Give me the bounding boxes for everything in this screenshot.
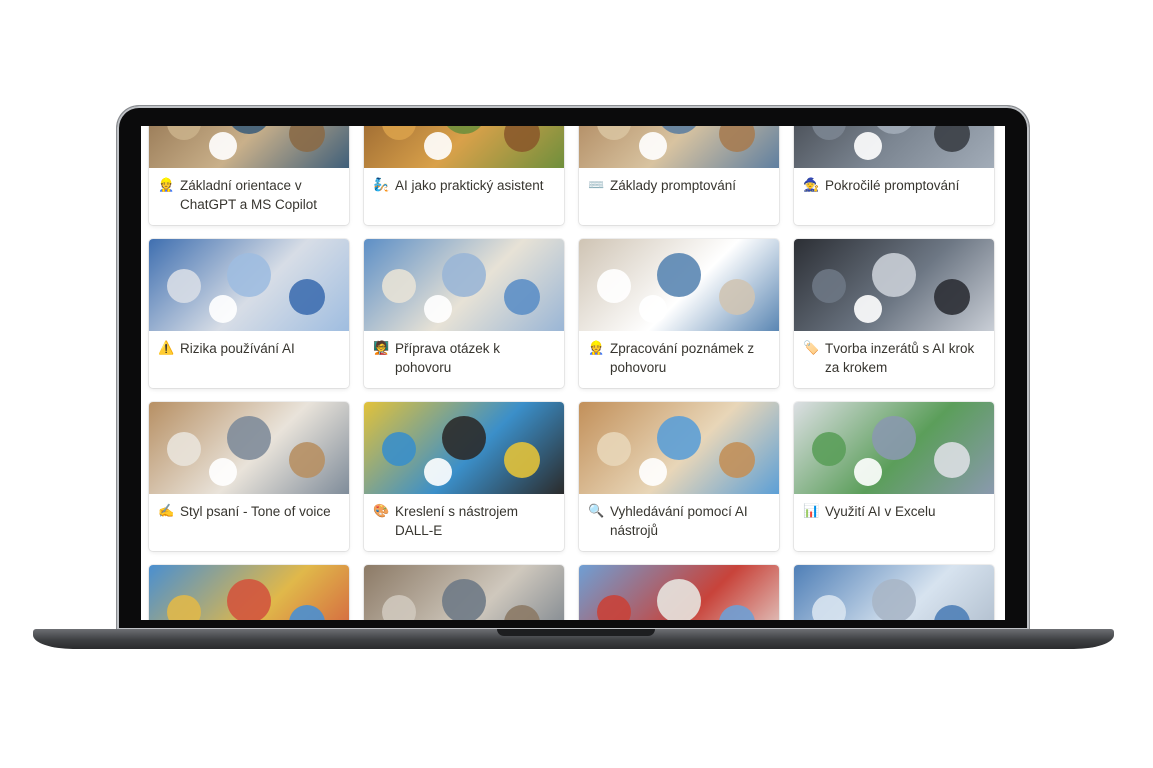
card-thumbnail-image xyxy=(149,126,349,168)
gallery-card[interactable] xyxy=(794,565,994,620)
card-thumbnail-image xyxy=(364,402,564,494)
gallery-card[interactable]: 🏷️ Tvorba inzerátů s AI krok za krokem xyxy=(794,239,994,388)
card-emoji-icon: 🎨 xyxy=(373,504,390,519)
card-body: 👷 Zpracování poznámek z pohovoru xyxy=(579,331,779,385)
gallery-card[interactable]: 🧙 Pokročilé promptování xyxy=(794,126,994,225)
card-thumbnail-image xyxy=(579,239,779,331)
card-title: Využití AI v Excelu xyxy=(825,504,936,519)
gallery-card[interactable]: 📊 Využití AI v Excelu xyxy=(794,402,994,551)
card-emoji-icon: 📊 xyxy=(803,504,820,519)
card-emoji-icon: 👷 xyxy=(588,341,605,356)
card-emoji-icon: ✍️ xyxy=(158,504,175,519)
card-title: Základní orientace v ChatGPT a MS Copilo… xyxy=(180,178,318,212)
card-emoji-icon: 🧑‍🏫 xyxy=(373,341,390,356)
gallery-card[interactable]: 👷 Zpracování poznámek z pohovoru xyxy=(579,239,779,388)
card-body: 🎨 Kreslení s nástrojem DALL-E xyxy=(364,494,564,548)
gallery-card[interactable] xyxy=(579,565,779,620)
laptop-notch xyxy=(497,629,655,636)
card-title: AI jako praktický asistent xyxy=(395,178,544,193)
card-thumbnail-image xyxy=(579,565,779,620)
card-thumbnail-image xyxy=(579,402,779,494)
card-title: Vyhledávání pomocí AI nástrojů xyxy=(610,504,748,538)
gallery-card[interactable]: 🧑‍🏫 Příprava otázek k pohovoru xyxy=(364,239,564,388)
card-thumbnail-image xyxy=(794,126,994,168)
card-body: 🏷️ Tvorba inzerátů s AI krok za krokem xyxy=(794,331,994,385)
gallery-card[interactable]: 🧞 AI jako praktický asistent xyxy=(364,126,564,225)
card-emoji-icon: 🏷️ xyxy=(803,341,820,356)
card-thumbnail-image xyxy=(794,565,994,620)
gallery-card[interactable]: ⚠️ Rizika používání AI xyxy=(149,239,349,388)
card-thumbnail-image xyxy=(794,402,994,494)
card-title: Rizika používání AI xyxy=(180,341,295,356)
card-title: Zpracování poznámek z pohovoru xyxy=(610,341,755,375)
card-thumbnail-image xyxy=(149,565,349,620)
card-emoji-icon: 🧞 xyxy=(373,178,390,193)
gallery-card[interactable] xyxy=(149,565,349,620)
card-thumbnail-image xyxy=(794,239,994,331)
card-body: 🔍 Vyhledávání pomocí AI nástrojů xyxy=(579,494,779,548)
card-body: 📊 Využití AI v Excelu xyxy=(794,494,994,529)
card-emoji-icon: ⚠️ xyxy=(158,341,175,356)
card-emoji-icon: 🧙 xyxy=(803,178,820,193)
card-title: Základy promptování xyxy=(610,178,737,193)
card-title: Příprava otázek k pohovoru xyxy=(395,341,501,375)
card-thumbnail-image xyxy=(364,565,564,620)
card-title: Kreslení s nástrojem DALL-E xyxy=(395,504,519,538)
card-emoji-icon: 👷 xyxy=(158,178,175,193)
gallery-card[interactable]: ⌨️ Základy promptování xyxy=(579,126,779,225)
card-emoji-icon: 🔍 xyxy=(588,504,605,519)
laptop-lid: 👷 Základní orientace v ChatGPT a MS Copil… xyxy=(117,106,1029,630)
card-body: 🧞 AI jako praktický asistent xyxy=(364,168,564,203)
card-body: ⚠️ Rizika používání AI xyxy=(149,331,349,366)
card-body: ⌨️ Základy promptování xyxy=(579,168,779,203)
card-emoji-icon: ⌨️ xyxy=(588,178,605,193)
card-body: 🧙 Pokročilé promptování xyxy=(794,168,994,203)
card-thumbnail-image xyxy=(149,402,349,494)
card-body: 🧑‍🏫 Příprava otázek k pohovoru xyxy=(364,331,564,385)
card-title: Tvorba inzerátů s AI krok za krokem xyxy=(825,341,975,375)
card-thumbnail-image xyxy=(364,239,564,331)
laptop-screen: 👷 Základní orientace v ChatGPT a MS Copil… xyxy=(141,126,1005,620)
gallery-card[interactable]: 👷 Základní orientace v ChatGPT a MS Copil… xyxy=(149,126,349,225)
card-thumbnail-image xyxy=(579,126,779,168)
card-title: Pokročilé promptování xyxy=(825,178,960,193)
card-body: 👷 Základní orientace v ChatGPT a MS Copil… xyxy=(149,168,349,222)
laptop-mockup: 👷 Základní orientace v ChatGPT a MS Copil… xyxy=(0,0,1153,768)
card-body: ✍️ Styl psaní - Tone of voice xyxy=(149,494,349,529)
gallery-card[interactable]: 🔍 Vyhledávání pomocí AI nástrojů xyxy=(579,402,779,551)
card-thumbnail-image xyxy=(364,126,564,168)
card-thumbnail-image xyxy=(149,239,349,331)
gallery-card[interactable]: 🎨 Kreslení s nástrojem DALL-E xyxy=(364,402,564,551)
gallery-card[interactable]: ✍️ Styl psaní - Tone of voice xyxy=(149,402,349,551)
card-title: Styl psaní - Tone of voice xyxy=(180,504,331,519)
gallery-card[interactable] xyxy=(364,565,564,620)
course-gallery: 👷 Základní orientace v ChatGPT a MS Copil… xyxy=(149,126,997,620)
